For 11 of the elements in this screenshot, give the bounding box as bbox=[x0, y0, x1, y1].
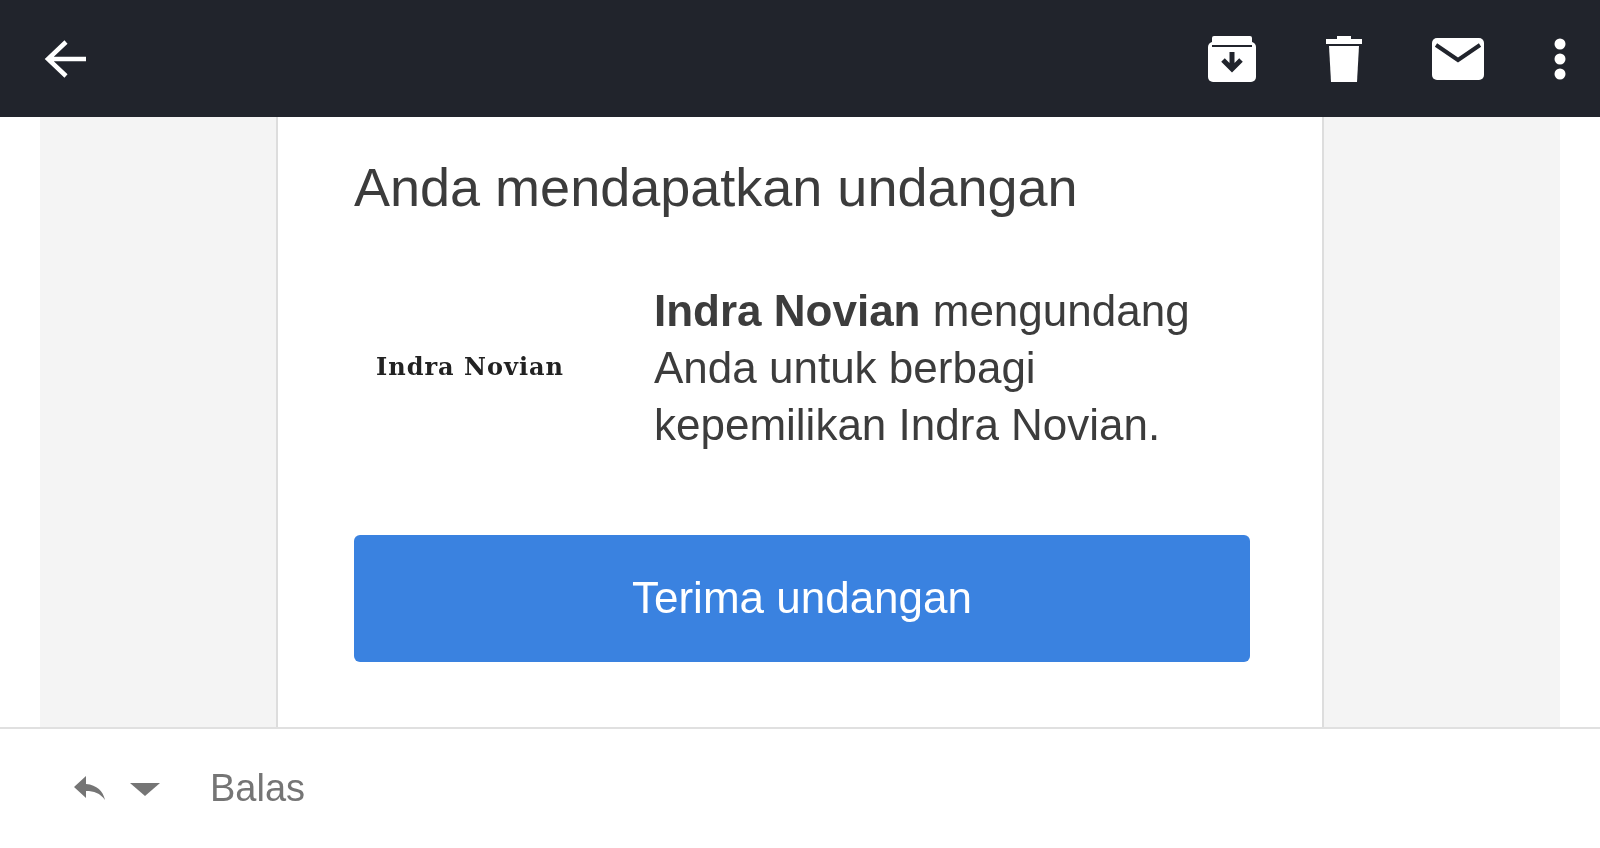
logo-image: Indra Novian bbox=[375, 351, 565, 384]
accept-button[interactable]: Terima undangan bbox=[354, 534, 1250, 662]
mail-icon[interactable] bbox=[1432, 37, 1484, 80]
invitation-text: Indra Novian mengundang Anda untuk berbagi kepemilikan Indra Novian. bbox=[654, 284, 1191, 451]
email-title: Anda mendapatkan undangan bbox=[354, 156, 1079, 219]
archive-icon[interactable] bbox=[1208, 35, 1256, 82]
dropdown-caret-icon[interactable] bbox=[130, 780, 160, 797]
more-icon[interactable] bbox=[1554, 37, 1566, 80]
back-button[interactable] bbox=[44, 38, 88, 79]
reply-label[interactable]: Balas bbox=[210, 760, 306, 817]
delete-icon[interactable] bbox=[1326, 35, 1362, 82]
